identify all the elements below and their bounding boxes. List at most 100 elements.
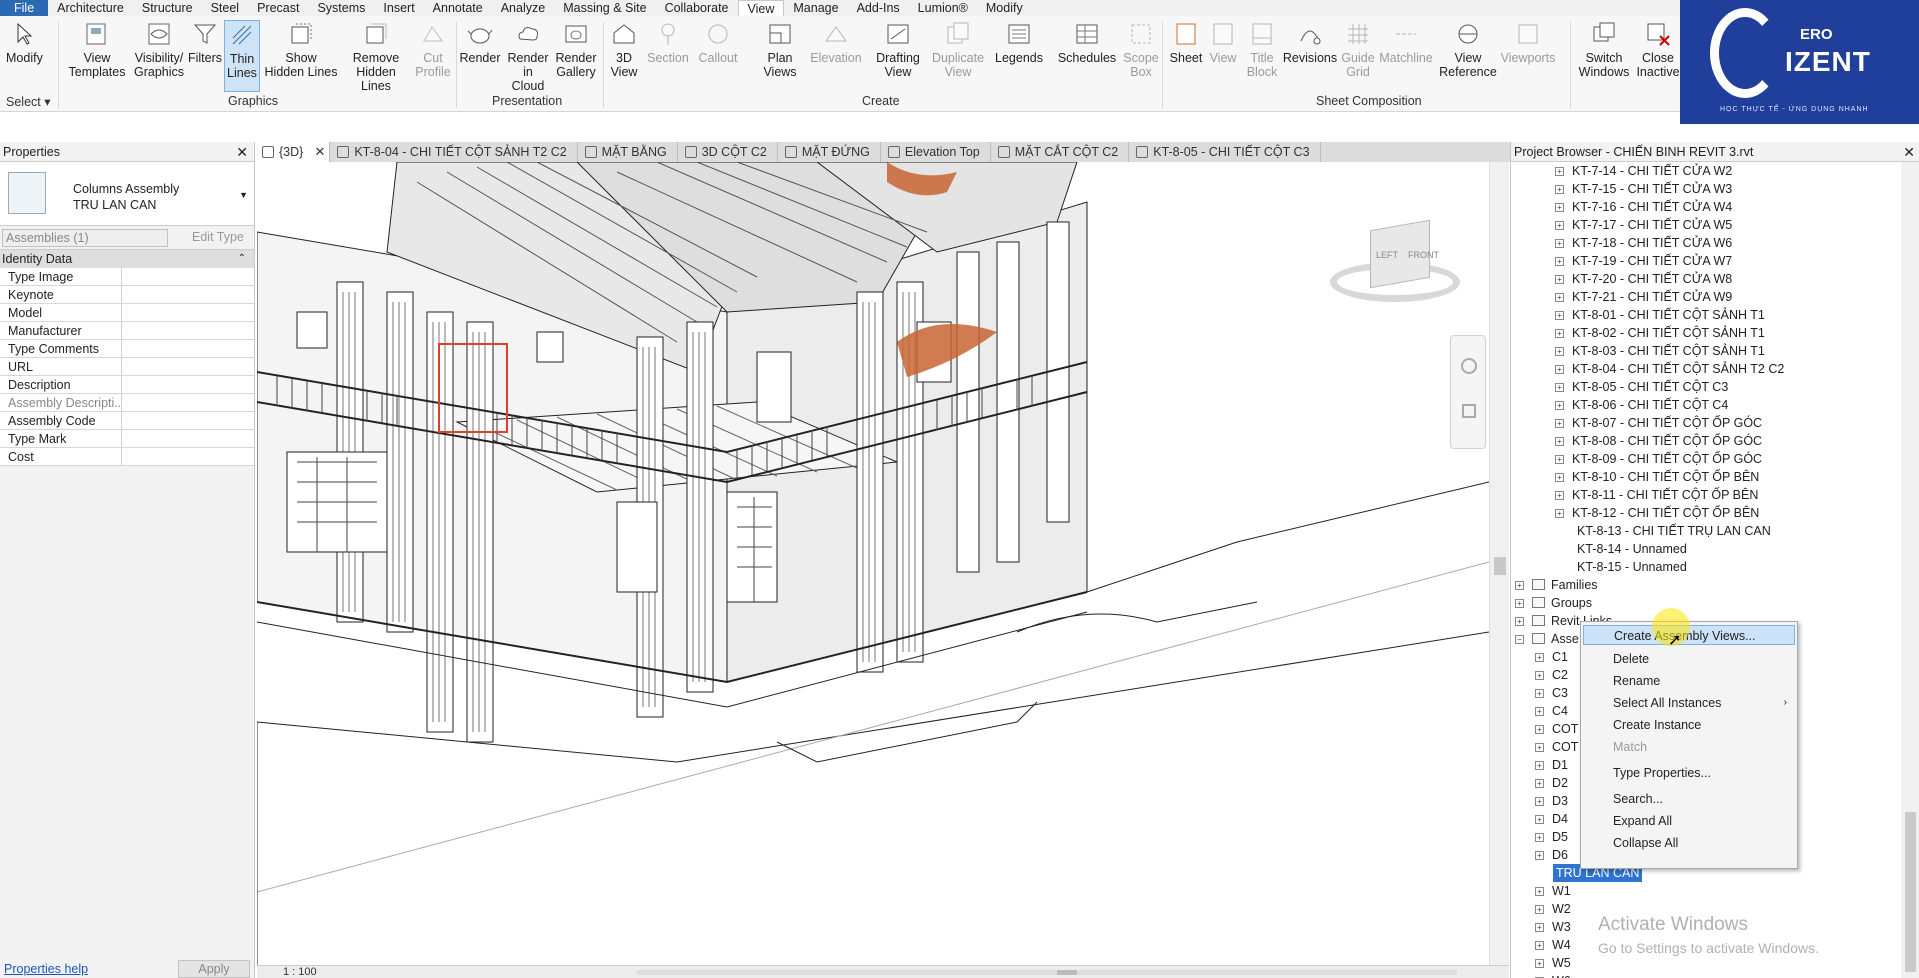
property-row[interactable]: Cost bbox=[0, 448, 254, 466]
assemblies-node[interactable]: − Asse bbox=[1515, 630, 1579, 648]
sheet-item[interactable]: + KT-8-03 - CHI TIẾT CỘT SẢNH T1 bbox=[1555, 342, 1765, 360]
sheet-item[interactable]: KT-8-15 - Unnamed bbox=[1577, 558, 1687, 576]
context-menu-item-type-properties[interactable]: Type Properties... bbox=[1583, 763, 1795, 783]
menu-tab-collaborate[interactable]: Collaborate bbox=[656, 0, 738, 16]
expand-icon[interactable]: + bbox=[1535, 761, 1544, 770]
expand-icon[interactable]: + bbox=[1555, 491, 1564, 500]
menu-tab-view[interactable]: View bbox=[737, 0, 785, 16]
expand-icon[interactable]: − bbox=[1515, 635, 1524, 644]
chevron-down-icon[interactable]: ▼ bbox=[239, 190, 248, 200]
property-value[interactable] bbox=[122, 286, 254, 303]
expand-icon[interactable]: + bbox=[1515, 581, 1524, 590]
drafting-view-button[interactable]: Drafting View bbox=[870, 20, 926, 79]
property-row[interactable]: Type Mark bbox=[0, 430, 254, 448]
sheet-item[interactable]: + KT-7-17 - CHI TIẾT CỬA W5 bbox=[1555, 216, 1732, 234]
assembly-item[interactable]: + D3 bbox=[1535, 792, 1568, 810]
menu-tab-insert[interactable]: Insert bbox=[374, 0, 423, 16]
apply-button[interactable]: Apply bbox=[178, 960, 250, 978]
property-value[interactable] bbox=[122, 268, 254, 285]
expand-icon[interactable]: + bbox=[1555, 455, 1564, 464]
expand-icon[interactable]: + bbox=[1555, 257, 1564, 266]
instance-filter-dropdown[interactable]: Assemblies (1) bbox=[2, 229, 168, 247]
expand-icon[interactable]: + bbox=[1535, 905, 1544, 914]
matchline-button[interactable]: Matchline bbox=[1378, 20, 1434, 65]
assembly-item[interactable]: + D5 bbox=[1535, 828, 1568, 846]
assembly-item[interactable]: + W5 bbox=[1535, 954, 1571, 972]
expand-icon[interactable]: + bbox=[1535, 653, 1544, 662]
menu-tab-analyze[interactable]: Analyze bbox=[492, 0, 554, 16]
expand-icon[interactable]: + bbox=[1535, 689, 1544, 698]
remove-hidden-lines-button[interactable]: Remove Hidden Lines bbox=[340, 20, 412, 93]
sheet-item[interactable]: KT-8-14 - Unnamed bbox=[1577, 540, 1687, 558]
property-value[interactable] bbox=[122, 358, 254, 375]
menu-tab-annotate[interactable]: Annotate bbox=[424, 0, 492, 16]
context-menu-item-rename[interactable]: Rename bbox=[1583, 671, 1795, 691]
view-tab[interactable]: KT-8-04 - CHI TIẾT CỘT SẢNH T2 C2 bbox=[330, 142, 578, 162]
sheet-item[interactable]: + KT-7-19 - CHI TIẾT CỬA W7 bbox=[1555, 252, 1732, 270]
close-icon[interactable]: ✕ bbox=[314, 142, 325, 162]
modify-button[interactable]: Modify bbox=[6, 20, 43, 65]
property-row[interactable]: Type Comments bbox=[0, 340, 254, 358]
expand-icon[interactable]: + bbox=[1555, 473, 1564, 482]
properties-help-link[interactable]: Properties help bbox=[4, 962, 88, 976]
expand-icon[interactable]: + bbox=[1535, 779, 1544, 788]
context-menu-item-search[interactable]: Search... bbox=[1583, 789, 1795, 809]
cut-profile-button[interactable]: Cut Profile bbox=[414, 20, 452, 79]
sheet-item[interactable]: + KT-8-08 - CHI TIẾT CỘT ỐP GÓC bbox=[1555, 432, 1762, 450]
context-menu-item-collapse-all[interactable]: Collapse All bbox=[1583, 833, 1795, 853]
view-reference-button[interactable]: View Reference bbox=[1436, 20, 1500, 79]
context-menu-item-create-instance[interactable]: Create Instance bbox=[1583, 715, 1795, 735]
sheet-item[interactable]: KT-8-13 - CHI TIẾT TRỤ LAN CAN bbox=[1577, 522, 1771, 540]
assembly-item[interactable]: + C4 bbox=[1535, 702, 1568, 720]
property-value[interactable] bbox=[122, 430, 254, 447]
section-button[interactable]: Section bbox=[646, 20, 690, 65]
groups-node[interactable]: + Groups bbox=[1515, 594, 1592, 612]
expand-icon[interactable]: + bbox=[1555, 221, 1564, 230]
property-row[interactable]: Manufacturer bbox=[0, 322, 254, 340]
expand-icon[interactable]: + bbox=[1555, 383, 1564, 392]
scroll-thumb[interactable] bbox=[1905, 812, 1916, 972]
thin-lines-button[interactable]: Thin Lines bbox=[224, 20, 260, 92]
expand-icon[interactable]: + bbox=[1555, 509, 1564, 518]
assembly-item[interactable]: + C1 bbox=[1535, 648, 1568, 666]
expand-icon[interactable]: + bbox=[1555, 347, 1564, 356]
guide-grid-button[interactable]: Guide Grid bbox=[1340, 20, 1376, 79]
switch-windows-button[interactable]: Switch Windows bbox=[1574, 20, 1634, 79]
show-hidden-lines-button[interactable]: Show Hidden Lines bbox=[264, 20, 338, 79]
context-menu-item-expand-all[interactable]: Expand All bbox=[1583, 811, 1795, 831]
expand-icon[interactable]: + bbox=[1555, 437, 1564, 446]
assembly-item[interactable]: + W2 bbox=[1535, 900, 1571, 918]
expand-icon[interactable]: + bbox=[1555, 401, 1564, 410]
callout-button[interactable]: Callout bbox=[696, 20, 740, 65]
assembly-item[interactable]: + D4 bbox=[1535, 810, 1568, 828]
context-menu-item-delete[interactable]: Delete bbox=[1583, 649, 1795, 669]
menu-tab-architecture[interactable]: Architecture bbox=[48, 0, 133, 16]
close-icon[interactable]: ✕ bbox=[1903, 142, 1915, 162]
expand-icon[interactable]: + bbox=[1535, 707, 1544, 716]
3d-view-button[interactable]: 3D View bbox=[606, 20, 642, 79]
view-tab[interactable]: MẶT BẰNG bbox=[578, 142, 678, 162]
assembly-item[interactable]: + W4 bbox=[1535, 936, 1571, 954]
expand-icon[interactable]: + bbox=[1535, 743, 1544, 752]
render-gallery-button[interactable]: Render Gallery bbox=[554, 20, 598, 79]
type-selector[interactable]: Columns Assembly TRU LAN CAN ▼ bbox=[0, 162, 254, 226]
menu-tab-structure[interactable]: Structure bbox=[133, 0, 202, 16]
expand-icon[interactable]: + bbox=[1515, 599, 1524, 608]
render-in-cloud-button[interactable]: Render in Cloud bbox=[506, 20, 550, 93]
viewports-button[interactable]: Viewports bbox=[1500, 20, 1556, 65]
expand-icon[interactable]: + bbox=[1555, 203, 1564, 212]
expand-icon[interactable]: + bbox=[1535, 815, 1544, 824]
filters-button[interactable]: Filters bbox=[188, 20, 222, 65]
property-row[interactable]: Assembly Descripti... bbox=[0, 394, 254, 412]
close-inactive-button[interactable]: Close Inactive bbox=[1636, 20, 1680, 79]
expand-icon[interactable]: + bbox=[1535, 833, 1544, 842]
viewport-vertical-scrollbar[interactable] bbox=[1489, 162, 1509, 965]
property-value[interactable] bbox=[122, 448, 254, 465]
zoom-icon[interactable] bbox=[1462, 404, 1476, 418]
view-tab[interactable]: 3D CỘT C2 bbox=[678, 142, 778, 162]
expand-icon[interactable]: + bbox=[1535, 671, 1544, 680]
expand-icon[interactable]: + bbox=[1555, 293, 1564, 302]
browser-scrollbar[interactable] bbox=[1901, 162, 1919, 978]
sheet-item[interactable]: + KT-7-16 - CHI TIẾT CỬA W4 bbox=[1555, 198, 1732, 216]
expand-icon[interactable]: + bbox=[1535, 725, 1544, 734]
